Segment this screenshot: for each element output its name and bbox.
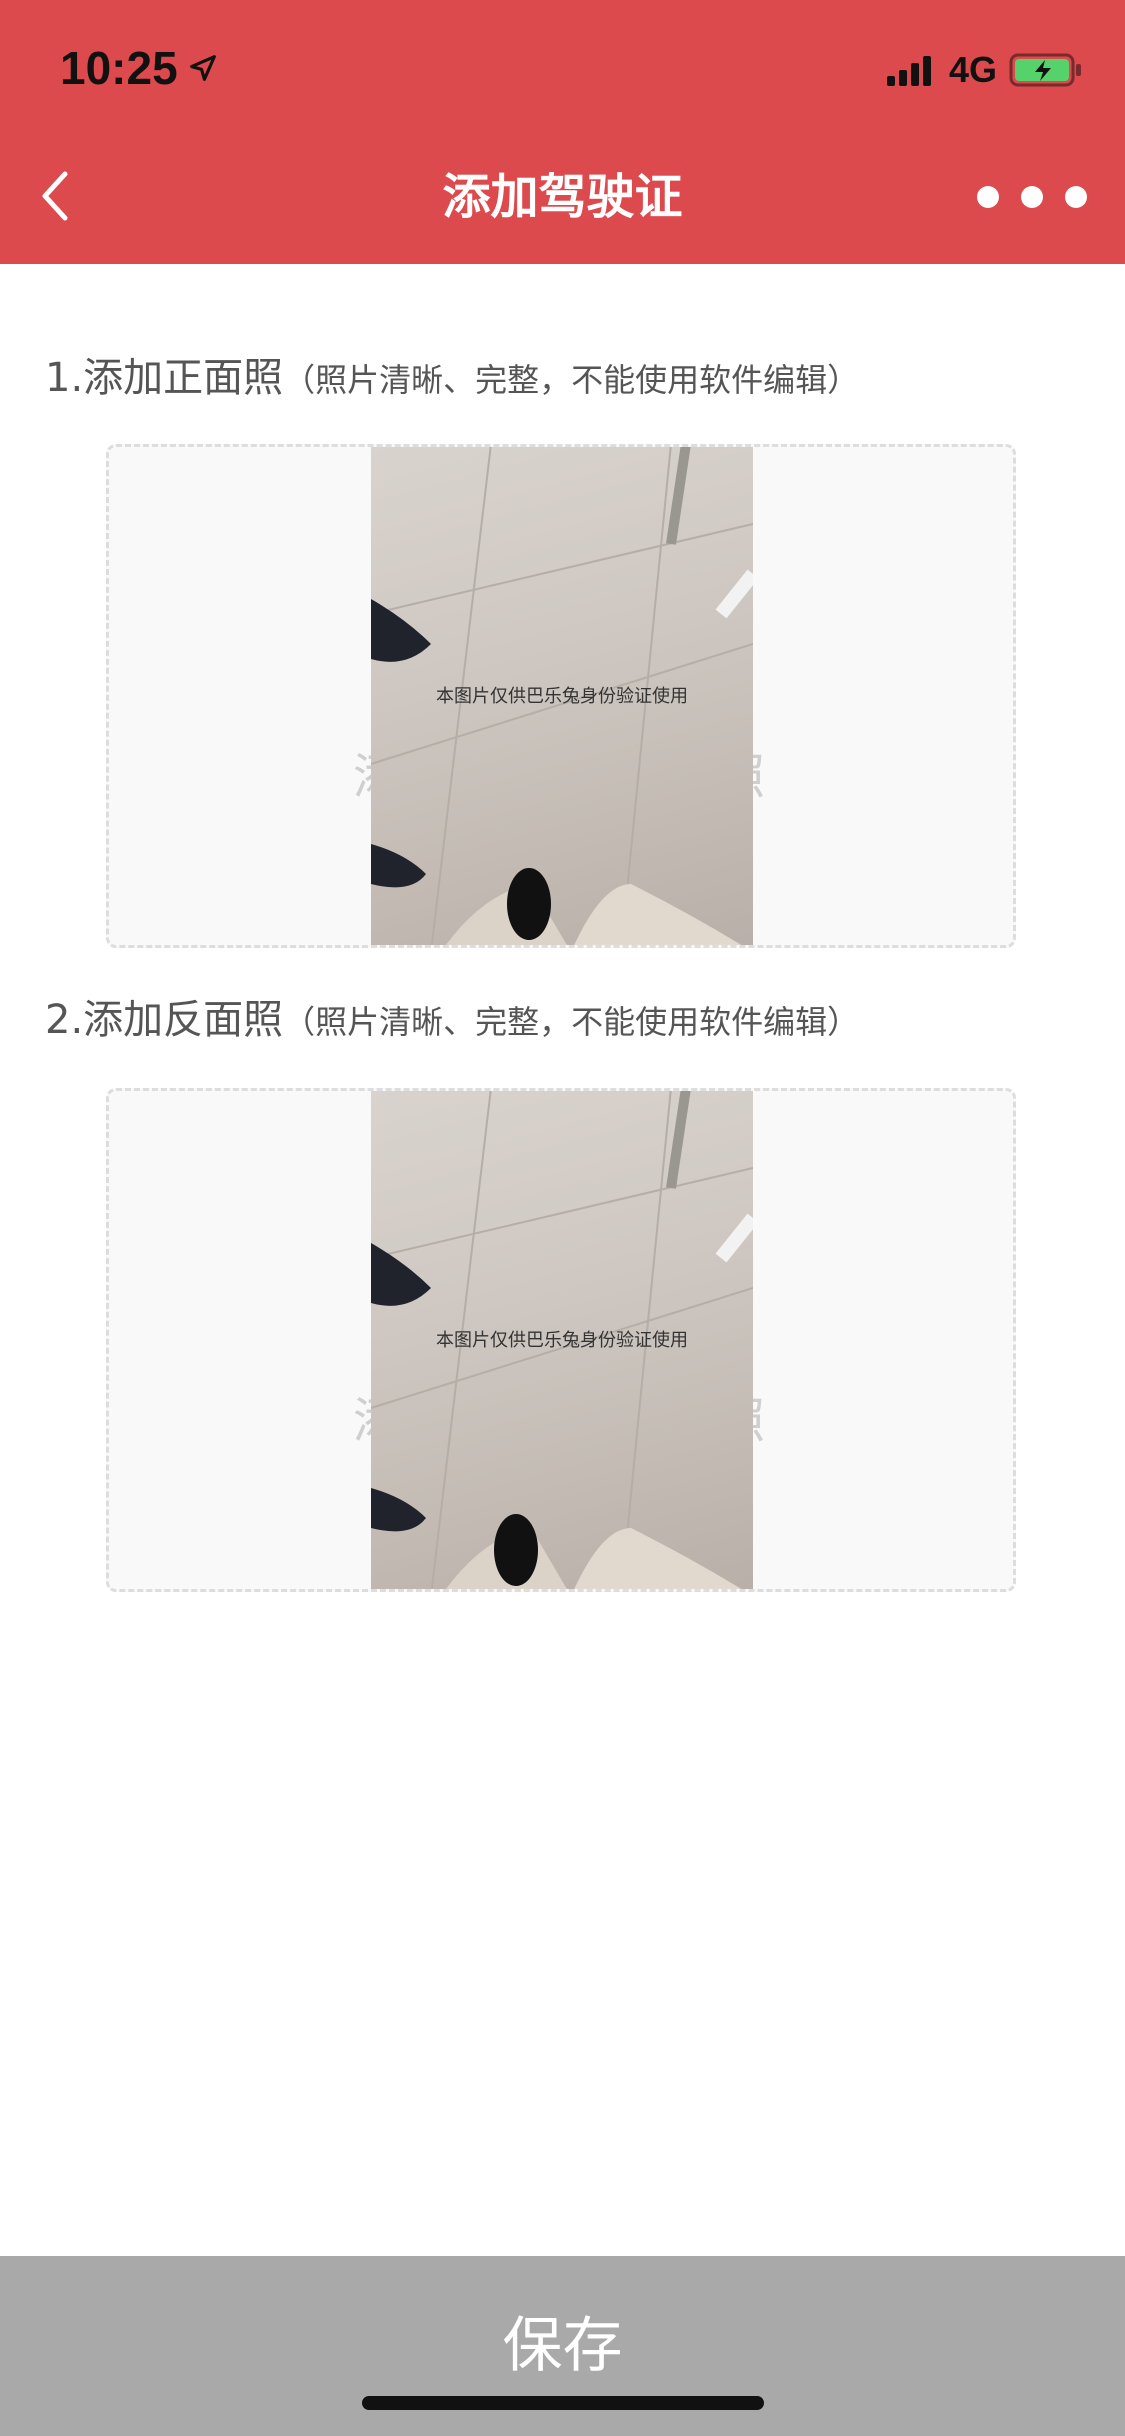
back-photo-upload[interactable]: 添加驾驶证反面照 本图片仅供巴乐兔身份验证使用 [106, 1088, 1016, 1592]
back-photo-title-text: 2.添加反面照 [45, 997, 284, 1043]
back-photo-image[interactable]: 本图片仅供巴乐兔身份验证使用 [371, 1091, 753, 1589]
status-time-text: 10:25 [60, 42, 178, 94]
battery-charging-icon [1009, 53, 1081, 87]
more-dots-icon [1065, 186, 1087, 208]
page-title: 添加驾驶证 [442, 169, 683, 225]
front-photo-image[interactable]: 本图片仅供巴乐兔身份验证使用 [371, 447, 753, 945]
home-indicator [362, 2396, 764, 2410]
front-photo-hint: （照片清晰、完整，不能使用软件编辑） [283, 361, 860, 399]
photo-watermark: 本图片仅供巴乐兔身份验证使用 [436, 686, 688, 707]
more-dots-icon [1021, 186, 1043, 208]
front-photo-title: 1.添加正面照（照片清晰、完整，不能使用软件编辑） [45, 348, 859, 410]
back-photo-title: 2.添加反面照（照片清晰、完整，不能使用软件编辑） [45, 990, 859, 1052]
status-indicators: 4G [886, 48, 1083, 92]
front-photo-title-text: 1.添加正面照 [45, 355, 284, 401]
cellular-signal-icon [886, 54, 935, 86]
location-arrow-icon [189, 55, 216, 81]
more-button[interactable] [977, 180, 1087, 214]
save-button-label: 保存 [502, 2311, 623, 2381]
header: 10:25 4G 添加驾驶证 [0, 0, 1125, 264]
photo-watermark: 本图片仅供巴乐兔身份验证使用 [436, 1330, 688, 1351]
network-type: 4G [948, 49, 997, 90]
front-photo-upload[interactable]: 添加驾驶证正面照 本图片仅供巴乐兔身份验证使用 [106, 444, 1016, 948]
status-time: 10:25 [60, 40, 220, 96]
more-dots-icon [977, 186, 999, 208]
save-button[interactable]: 保存 [0, 2256, 1125, 2436]
back-photo-hint: （照片清晰、完整，不能使用软件编辑） [283, 1003, 860, 1041]
